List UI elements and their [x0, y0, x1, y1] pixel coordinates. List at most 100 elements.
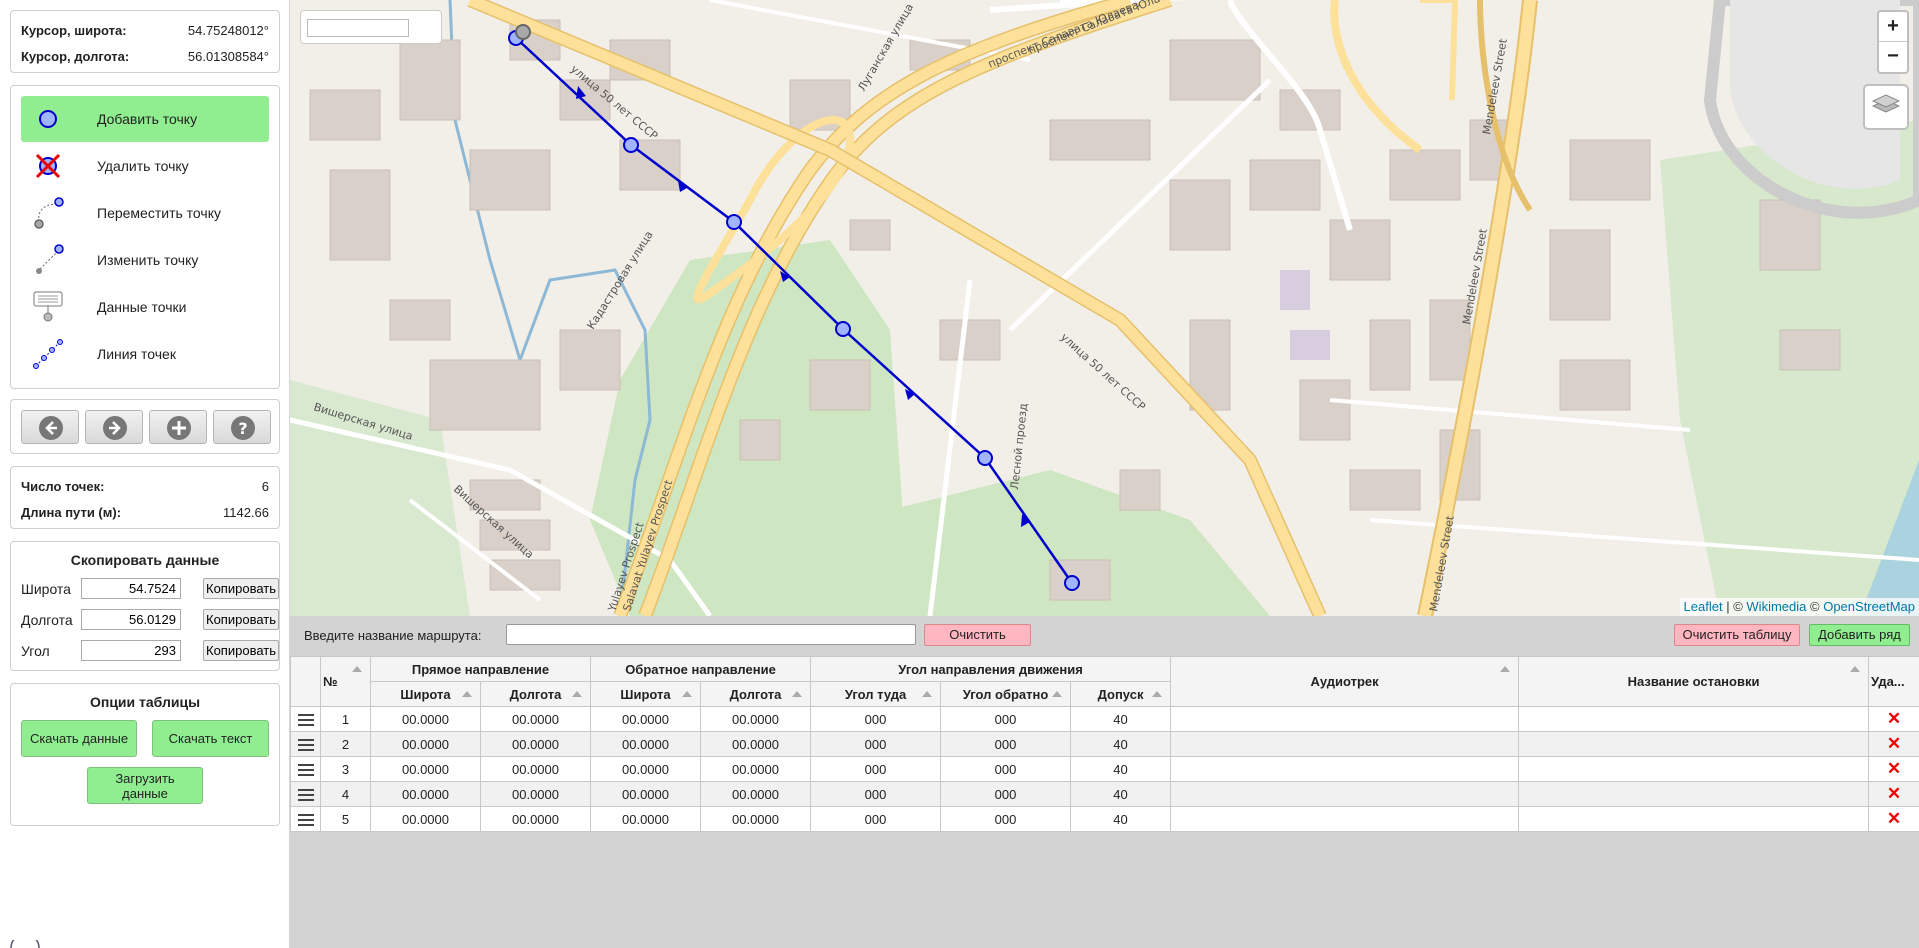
table-row: 2 00.0000 00.0000 00.0000 00.0000 000 000 40 ✕: [290, 731, 1919, 757]
cell-lon-reverse: 00.0000: [699, 756, 812, 782]
cell-audio[interactable]: [1170, 781, 1520, 807]
col-tolerance[interactable]: Допуск: [1070, 681, 1172, 707]
tool-move-point[interactable]: Переместить точку: [21, 190, 269, 236]
col-lat-direct[interactable]: Широта: [370, 681, 481, 707]
col-audio[interactable]: Аудиотрек: [1170, 656, 1520, 707]
back-button[interactable]: [21, 410, 79, 444]
group-angle-header: Угол направления движения: [810, 656, 1172, 682]
layers-icon: [1871, 94, 1901, 113]
col-lat-reverse[interactable]: Широта: [590, 681, 701, 707]
sort-icon: [572, 691, 582, 697]
cell-tolerance: 40: [1070, 756, 1172, 782]
cell-number: 3: [320, 756, 371, 782]
col-angle-forward[interactable]: Угол туда: [810, 681, 942, 707]
cell-angle-forward: 000: [810, 806, 942, 832]
copy-row-lon: Долгота Копировать: [21, 609, 279, 631]
copy-row-lat: Широта Копировать: [21, 578, 279, 600]
cell-audio[interactable]: [1170, 731, 1520, 757]
cell-audio[interactable]: [1170, 756, 1520, 782]
cell-lat-reverse: 00.0000: [590, 806, 701, 832]
map-search-input[interactable]: [307, 19, 409, 37]
tool-add-point[interactable]: Добавить точку: [21, 96, 269, 142]
osm-link[interactable]: OpenStreetMap: [1823, 599, 1915, 614]
tool-delete-point[interactable]: Удалить точку: [21, 143, 269, 189]
drag-handle[interactable]: [290, 806, 321, 832]
delete-row-button[interactable]: ✕: [1868, 806, 1919, 832]
route-table-body: 1 00.0000 00.0000 00.0000 00.0000 000 000 40 ✕ 2 0…: [290, 706, 1919, 832]
tool-edit-point[interactable]: Изменить точку: [21, 237, 269, 283]
move-point-icon: [34, 197, 64, 229]
cell-number: 4: [320, 781, 371, 807]
sort-icon: [462, 691, 472, 697]
tool-label: Изменить точку: [97, 252, 199, 268]
table-row: 3 00.0000 00.0000 00.0000 00.0000 000 000 40 ✕: [290, 756, 1919, 782]
download-text-button[interactable]: Скачать текст: [152, 720, 269, 757]
delete-row-button[interactable]: ✕: [1868, 756, 1919, 782]
delete-point-icon: [35, 153, 61, 179]
load-data-button[interactable]: Загрузить данные: [87, 767, 203, 804]
cell-lat-direct: 00.0000: [370, 756, 481, 782]
col-lon-direct[interactable]: Долгота: [480, 681, 591, 707]
zoom-in-button[interactable]: +: [1879, 12, 1907, 42]
clear-route-name-button[interactable]: Очистить: [924, 624, 1031, 646]
drag-handle[interactable]: [290, 756, 321, 782]
layers-button[interactable]: [1863, 84, 1909, 130]
add-row-button[interactable]: Добавить ряд: [1809, 624, 1910, 646]
cell-number: 5: [320, 806, 371, 832]
arrow-left-icon: [39, 416, 63, 440]
drag-handle[interactable]: [290, 781, 321, 807]
cell-lon-reverse: 00.0000: [699, 781, 812, 807]
drag-handle[interactable]: [290, 706, 321, 732]
cell-lon-direct: 00.0000: [480, 731, 591, 757]
copy-lat-field[interactable]: [81, 578, 181, 599]
delete-row-button[interactable]: ✕: [1868, 706, 1919, 732]
cell-stop-name[interactable]: [1518, 731, 1870, 757]
cell-stop-name[interactable]: [1518, 806, 1870, 832]
cell-angle-back: 000: [940, 781, 1072, 807]
tool-point-data[interactable]: Данные точки: [21, 284, 269, 330]
drag-handle[interactable]: [290, 731, 321, 757]
route-name-input[interactable]: [506, 624, 916, 645]
zoom-out-button[interactable]: −: [1879, 42, 1907, 72]
copy-angle-field[interactable]: [81, 640, 181, 661]
cell-stop-name[interactable]: [1518, 706, 1870, 732]
copy-lon-field[interactable]: [81, 609, 181, 630]
drag-column-header: [290, 656, 321, 707]
cell-lat-reverse: 00.0000: [590, 706, 701, 732]
delete-row-button[interactable]: ✕: [1868, 781, 1919, 807]
clear-table-button[interactable]: Очистить таблицу: [1674, 624, 1800, 646]
cell-audio[interactable]: [1170, 806, 1520, 832]
sort-icon: [922, 691, 933, 697]
copy-lon-button[interactable]: Копировать: [203, 609, 279, 630]
cell-angle-back: 000: [940, 806, 1072, 832]
cell-lon-reverse: 00.0000: [699, 731, 812, 757]
copy-lat-button[interactable]: Копировать: [203, 578, 279, 599]
add-button[interactable]: [149, 410, 207, 444]
point-data-icon: [33, 291, 63, 322]
forward-button[interactable]: [85, 410, 143, 444]
cell-audio[interactable]: [1170, 706, 1520, 732]
edit-point-icon: [36, 244, 64, 274]
attribution-sep: ©: [1810, 599, 1820, 614]
drag-handle-icon: [297, 814, 314, 827]
col-lon-reverse[interactable]: Долгота: [699, 681, 812, 707]
col-angle-back[interactable]: Угол обратно: [940, 681, 1072, 707]
col-stop-name[interactable]: Название остановки: [1518, 656, 1870, 707]
cell-tolerance: 40: [1070, 706, 1172, 732]
points-count-label: Число точек:: [21, 479, 105, 494]
cell-stop-name[interactable]: [1518, 781, 1870, 807]
wikimedia-link[interactable]: Wikimedia: [1746, 599, 1806, 614]
cursor-lon-value: 56.01308584°: [187, 49, 269, 64]
drag-handle-icon: [297, 739, 314, 752]
copy-angle-button[interactable]: Копировать: [203, 640, 279, 661]
delete-icon: ✕: [1886, 709, 1902, 728]
sort-icon: [1052, 691, 1063, 697]
delete-row-button[interactable]: ✕: [1868, 731, 1919, 757]
download-data-button[interactable]: Скачать данные: [21, 720, 137, 757]
help-button[interactable]: ?: [213, 410, 271, 444]
col-number[interactable]: №: [320, 656, 371, 707]
map[interactable]: улица 50 лет СССР улица 50 лет СССР прос…: [290, 0, 1919, 616]
tool-points-line[interactable]: Линия точек: [21, 331, 269, 377]
cell-stop-name[interactable]: [1518, 756, 1870, 782]
leaflet-link[interactable]: Leaflet: [1684, 599, 1723, 614]
